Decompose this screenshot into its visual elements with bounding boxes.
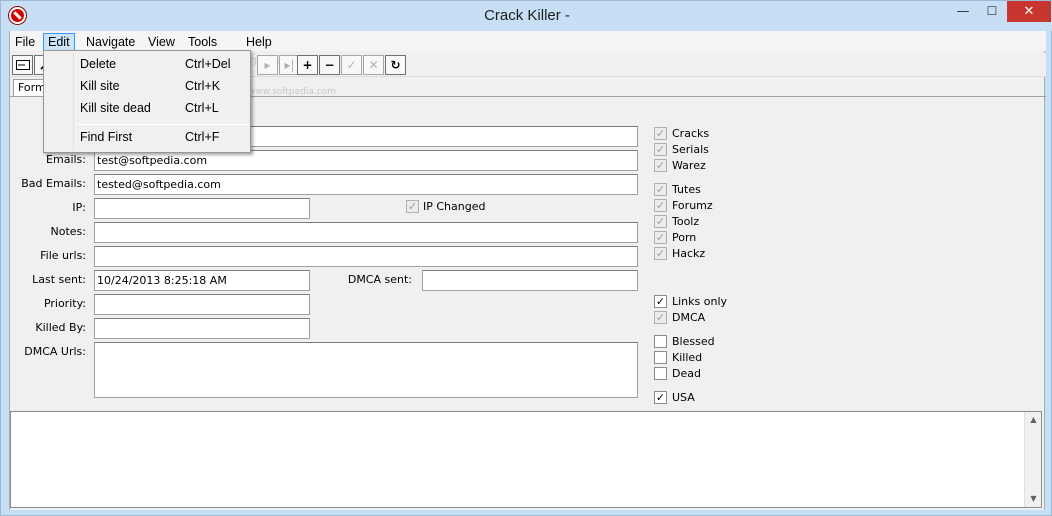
checkbox-label-toolz: Toolz xyxy=(672,215,700,228)
window-title: Crack Killer - xyxy=(484,7,570,24)
form-icon[interactable] xyxy=(12,55,33,75)
checkbox-label-tutes: Tutes xyxy=(672,183,701,196)
checkbox-label-dmca: DMCA xyxy=(672,311,706,324)
checkbox-label-serials: Serials xyxy=(672,143,709,156)
menu-tools[interactable]: Tools xyxy=(184,33,221,51)
menu-item-label: Delete xyxy=(80,57,117,71)
bad-emails-field[interactable]: tested@softpedia.com xyxy=(94,174,638,195)
refresh-icon[interactable]: ↻ xyxy=(385,55,406,75)
checkbox-label-usa: USA xyxy=(672,391,695,404)
maximize-button[interactable]: ☐ xyxy=(978,1,1006,22)
menu-item-find-first[interactable]: Find First Ctrl+F xyxy=(46,127,248,147)
killed-by-field[interactable] xyxy=(94,318,310,339)
checkbox-links-only[interactable]: ✓ xyxy=(654,295,667,308)
menu-edit[interactable]: Edit xyxy=(43,33,75,51)
checkbox-label-hackz: Hackz xyxy=(672,247,706,260)
notes-label: Notes: xyxy=(50,225,86,238)
menu-item-shortcut: Ctrl+Del xyxy=(185,57,231,71)
close-button[interactable]: ✕ xyxy=(1007,1,1051,22)
dmca-urls-label: DMCA Urls: xyxy=(24,345,86,358)
watermark-url: www.softpedia.com xyxy=(248,87,336,97)
app-window: Crack Killer - — ☐ ✕ File Edit Navigate … xyxy=(0,0,1052,516)
notes-field[interactable] xyxy=(94,222,638,243)
bad-emails-label: Bad Emails: xyxy=(21,177,86,190)
menu-separator xyxy=(76,124,248,125)
cancel-icon[interactable]: ✕ xyxy=(363,55,384,75)
checkbox-hackz[interactable]: ✓ xyxy=(654,247,667,260)
checkbox-label-forumz: Forumz xyxy=(672,199,713,212)
checkbox-dead[interactable] xyxy=(654,367,667,380)
log-area[interactable]: ▲ ▼ xyxy=(10,411,1042,508)
checkbox-label-cracks: Cracks xyxy=(672,127,710,140)
checkbox-tutes[interactable]: ✓ xyxy=(654,183,667,196)
killed-by-label: Killed By: xyxy=(35,321,86,334)
menu-item-delete[interactable]: Delete Ctrl+Del xyxy=(46,54,248,74)
checkbox-serials[interactable]: ✓ xyxy=(654,143,667,156)
ip-changed-label: IP Changed xyxy=(423,200,486,213)
checkbox-label-warez: Warez xyxy=(672,159,706,172)
checkbox-label-porn: Porn xyxy=(672,231,697,244)
nav-next-icon[interactable]: ▸ xyxy=(257,55,278,75)
last-sent-label: Last sent: xyxy=(32,273,86,286)
file-urls-label: File urls: xyxy=(40,249,86,262)
checkbox-label-killed: Killed xyxy=(672,351,703,364)
scroll-down-icon[interactable]: ▼ xyxy=(1025,491,1042,507)
menu-file[interactable]: File xyxy=(11,33,39,51)
checkbox-label-dead: Dead xyxy=(672,367,701,380)
emails-label: Emails: xyxy=(46,153,86,166)
dmca-urls-field[interactable] xyxy=(94,342,638,398)
checkbox-usa[interactable]: ✓ xyxy=(654,391,667,404)
last-sent-field[interactable]: 10/24/2013 8:25:18 AM xyxy=(94,270,310,291)
delete-icon[interactable]: − xyxy=(319,55,340,75)
checkbox-dmca[interactable]: ✓ xyxy=(654,311,667,324)
dmca-sent-field[interactable] xyxy=(422,270,638,291)
checkbox-porn[interactable]: ✓ xyxy=(654,231,667,244)
scroll-up-icon[interactable]: ▲ xyxy=(1025,412,1042,428)
menu-item-label: Kill site xyxy=(80,79,120,93)
priority-label: Priority: xyxy=(43,297,86,310)
menu-view[interactable]: View xyxy=(144,33,179,51)
menu-navigate[interactable]: Navigate xyxy=(82,33,139,51)
menu-bar: File Edit Navigate View Tools Help xyxy=(10,31,1046,51)
checkbox-toolz[interactable]: ✓ xyxy=(654,215,667,228)
menu-item-shortcut: Ctrl+K xyxy=(185,79,221,93)
dmca-sent-label: DMCA sent: xyxy=(347,273,412,286)
checkbox-forumz[interactable]: ✓ xyxy=(654,199,667,212)
menu-help[interactable]: Help xyxy=(242,33,276,51)
checkbox-killed[interactable] xyxy=(654,351,667,364)
minimize-button[interactable]: — xyxy=(949,1,977,22)
post-icon[interactable]: ✓ xyxy=(341,55,362,75)
ip-changed-checkbox[interactable]: ✓ xyxy=(406,200,419,213)
menu-item-kill-site-dead[interactable]: Kill site dead Ctrl+L xyxy=(46,98,248,118)
checkbox-label-links-only: Links only xyxy=(672,295,728,308)
menu-item-kill-site[interactable]: Kill site Ctrl+K xyxy=(46,76,248,96)
menu-item-label: Find First xyxy=(80,130,133,144)
checkbox-label-blessed: Blessed xyxy=(672,335,715,348)
checkbox-warez[interactable]: ✓ xyxy=(654,159,667,172)
client-area: File Edit Navigate View Tools Help SOFTP… xyxy=(9,31,1046,510)
ip-label: IP: xyxy=(72,201,86,214)
file-urls-field[interactable] xyxy=(94,246,638,267)
insert-icon[interactable]: + xyxy=(297,55,318,75)
log-scrollbar[interactable]: ▲ ▼ xyxy=(1024,412,1041,507)
menu-item-shortcut: Ctrl+F xyxy=(185,130,220,144)
emails-field[interactable]: test@softpedia.com xyxy=(94,150,638,171)
checkbox-cracks[interactable]: ✓ xyxy=(654,127,667,140)
checkbox-blessed[interactable] xyxy=(654,335,667,348)
menu-item-shortcut: Ctrl+L xyxy=(185,101,219,115)
edit-menu-dropdown: Delete Ctrl+Del Kill site Ctrl+K Kill si… xyxy=(43,50,251,153)
title-bar: Crack Killer - — ☐ ✕ xyxy=(1,1,1052,31)
priority-field[interactable] xyxy=(94,294,310,315)
menu-item-label: Kill site dead xyxy=(80,101,151,115)
ip-field[interactable] xyxy=(94,198,310,219)
